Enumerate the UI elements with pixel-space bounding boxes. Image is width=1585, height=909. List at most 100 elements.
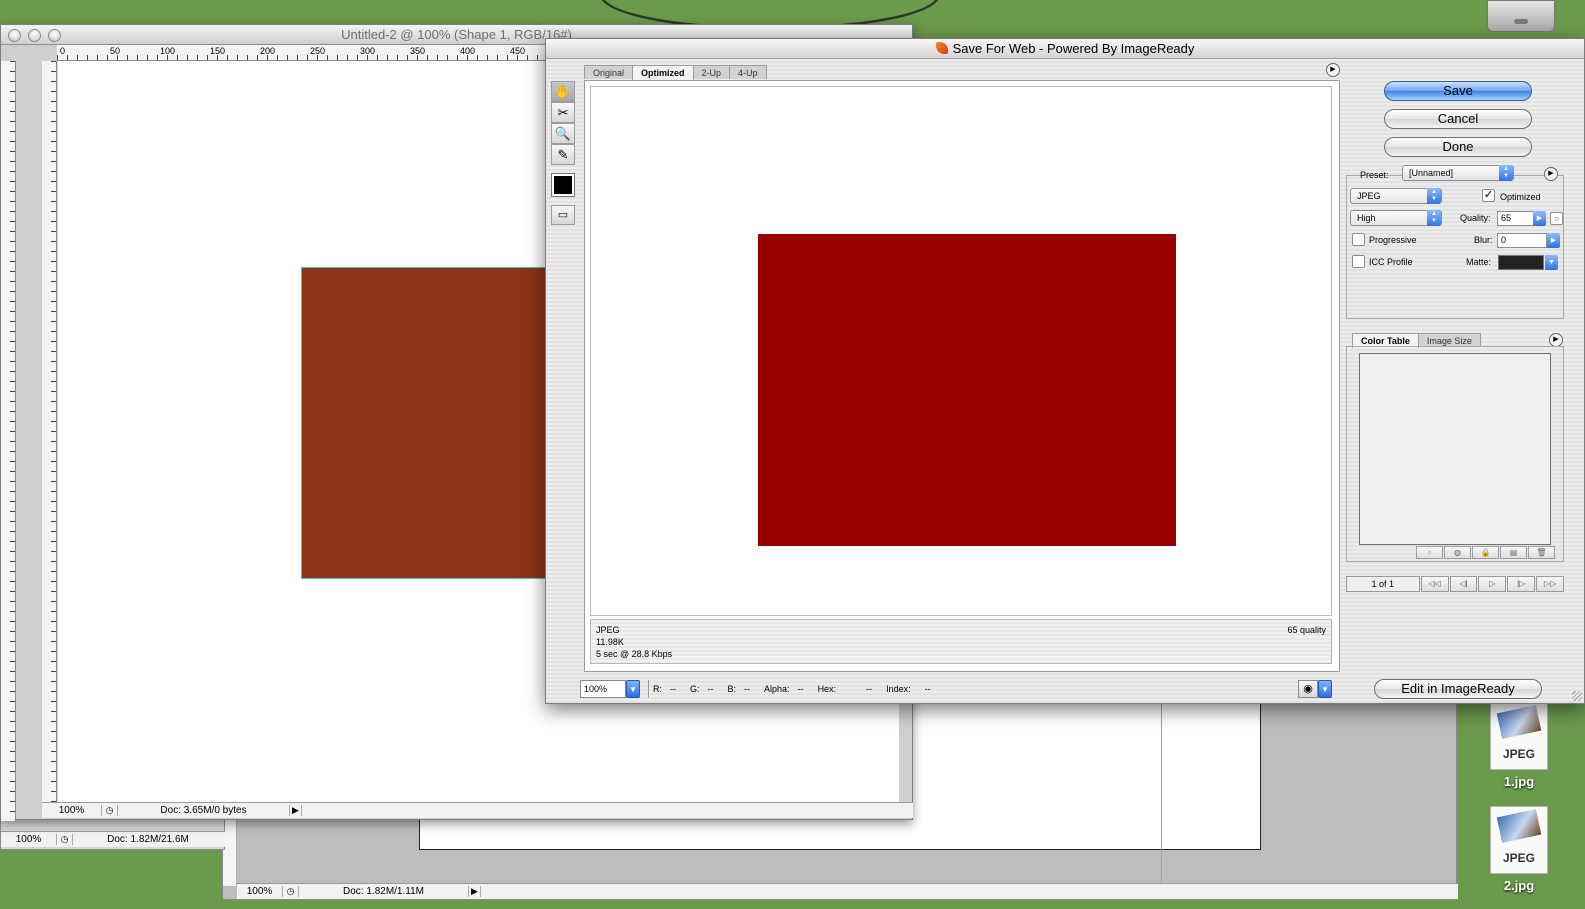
new-color-icon[interactable]: ▤ (1500, 546, 1527, 559)
select-arrows-icon: ▲ ▼ (1427, 210, 1441, 226)
optimized-preview[interactable] (590, 86, 1332, 616)
settings-menu-icon[interactable]: ▶ (1544, 167, 1558, 181)
preset-value: [Unnamed] (1409, 168, 1454, 178)
status-icon[interactable]: ◷ (57, 834, 73, 845)
lock-color-icon[interactable]: 🔒 (1472, 546, 1499, 559)
ruler-tick: 100 (160, 46, 176, 56)
guide-line[interactable] (1161, 701, 1162, 886)
desktop-file-name: 2.jpg (1503, 878, 1535, 893)
color-readout: R: -- G: -- B: -- Alpha: -- Hex: -- Inde… (648, 680, 1330, 698)
zoom-dropdown-icon[interactable]: ▼ (626, 680, 640, 698)
animation-controls: 1 of 1 ◁◁ ◁| ▷ |▷ ▷▷ (1346, 576, 1565, 594)
resize-grip-icon[interactable] (1572, 691, 1582, 701)
preview-in-browser: ◉ ▼ (1298, 680, 1332, 698)
previous-frame-icon[interactable]: ◁| (1449, 576, 1478, 592)
blur-input[interactable]: 0 (1497, 233, 1547, 248)
hard-drive-icon[interactable] (1487, 0, 1555, 32)
readout-value-alpha: -- (797, 684, 804, 694)
matte-dropdown-icon[interactable]: ▼ (1545, 255, 1558, 270)
browser-globe-icon[interactable]: ◉ (1298, 680, 1318, 698)
zoom-window-button[interactable] (48, 29, 61, 42)
doc-size: Doc: 1.82M/1.11M (299, 886, 469, 897)
web-shift-icon[interactable]: ◍ (1444, 546, 1471, 559)
readout-value-r: -- (670, 684, 676, 694)
color-table-grid[interactable] (1359, 353, 1551, 545)
zoom-level[interactable]: 100% (42, 805, 102, 816)
tab-4-up[interactable]: 4-Up (729, 65, 767, 79)
optimized-checkbox[interactable]: ✓ (1482, 189, 1495, 202)
zoom-input[interactable]: 100% (580, 680, 626, 698)
quality-level-select[interactable]: High ▲ ▼ (1350, 210, 1442, 226)
minimize-window-button[interactable] (28, 29, 41, 42)
status-bar: 100% ◷ Doc: 1.82M/1.11M ▶ (237, 883, 1458, 899)
quality-level-value: High (1357, 213, 1376, 223)
preset-select[interactable]: [Unnamed] ▲ ▼ (1402, 165, 1514, 181)
icc-profile-checkbox[interactable] (1352, 255, 1365, 268)
status-icon[interactable]: ◷ (102, 805, 118, 816)
edit-in-imageready-button[interactable]: Edit in ImageReady (1374, 679, 1542, 699)
zoom-level[interactable]: 100% (237, 886, 283, 897)
info-format: JPEG (596, 625, 620, 635)
readout-value-b: -- (744, 684, 751, 694)
ruler-tick: 0 (60, 46, 66, 56)
preview-menu-icon[interactable]: ▶ (1326, 63, 1340, 77)
done-button[interactable]: Done (1384, 137, 1532, 157)
info-size: 11.98K (596, 637, 624, 647)
jpeg-file-icon: JPEG (1490, 702, 1548, 770)
status-bar: 100% ◷ Doc: 3.65M/0 bytes ▶ (42, 802, 913, 818)
status-menu-arrow-icon[interactable]: ▶ (290, 805, 302, 816)
tab-optimized[interactable]: Optimized (632, 65, 694, 80)
desktop-file-1jpg[interactable]: JPEG 1.jpg (1474, 702, 1564, 789)
browser-dropdown-icon[interactable]: ▼ (1318, 680, 1332, 698)
quality-slider-arrow-icon[interactable]: ▶ (1533, 211, 1546, 226)
zoom-tool-icon[interactable]: 🔍 (551, 123, 575, 144)
imageready-logo-icon (935, 42, 948, 54)
progressive-checkbox[interactable] (1352, 233, 1365, 246)
blur-slider-arrow-icon[interactable]: ▶ (1547, 233, 1560, 248)
readout-value-hex: -- (866, 684, 873, 694)
save-button[interactable]: Save (1384, 81, 1532, 101)
color-table-panel: Color Table Image Size ▶ ▫ ◍ 🔒 ▤ 🗑 (1346, 333, 1564, 565)
window-controls (8, 29, 61, 42)
tab-image-size[interactable]: Image Size (1417, 333, 1481, 347)
frame-counter: 1 of 1 (1346, 576, 1420, 592)
trash-icon[interactable]: 🗑 (1528, 546, 1555, 559)
close-window-button[interactable] (8, 29, 21, 42)
tool-palette: ✋ ✂ 🔍 ✎ ▭ (551, 81, 577, 225)
toggle-slices-icon[interactable]: ▭ (551, 205, 575, 225)
first-frame-icon[interactable]: ◁◁ (1420, 576, 1449, 592)
jpeg-file-icon: JPEG (1490, 806, 1548, 874)
file-format-select[interactable]: JPEG ▲ ▼ (1350, 188, 1442, 204)
optimized-shape (758, 234, 1176, 546)
map-transparent-icon[interactable]: ▫ (1416, 546, 1443, 559)
tab-original[interactable]: Original (584, 65, 634, 79)
eyedropper-tool-icon[interactable]: ✎ (551, 144, 575, 165)
eyedropper-color-swatch[interactable] (551, 173, 575, 197)
matte-swatch[interactable] (1498, 255, 1544, 270)
hand-tool-icon[interactable]: ✋ (551, 81, 575, 102)
status-icon[interactable]: ◷ (283, 886, 299, 897)
ruler-tick: 200 (260, 46, 276, 56)
desktop-file-2jpg[interactable]: JPEG 2.jpg (1474, 806, 1564, 893)
ruler-tick: 350 (410, 46, 426, 56)
readout-value-g: -- (707, 684, 714, 694)
bottom-bar: 100% ▼ R: -- G: -- B: -- Alpha: -- Hex: … (580, 679, 1330, 699)
tab-2-up[interactable]: 2-Up (692, 65, 731, 79)
slice-select-tool-icon[interactable]: ✂ (551, 102, 575, 123)
progressive-label: Progressive (1369, 235, 1417, 245)
dialog-title-bar[interactable]: Save For Web - Powered By ImageReady (546, 39, 1584, 59)
zoom-level[interactable]: 100% (1, 834, 57, 845)
status-menu-arrow-icon[interactable]: ▶ (469, 886, 481, 897)
link-icon[interactable]: ○ (1550, 212, 1563, 225)
preview-area: JPEG 11.98K 5 sec @ 28.8 Kbps 65 quality (584, 80, 1340, 672)
save-for-web-dialog[interactable]: Save For Web - Powered By ImageReady Ori… (545, 38, 1585, 704)
select-arrows-icon: ▲ ▼ (1499, 165, 1513, 181)
ruler-tick: 250 (310, 46, 326, 56)
next-frame-icon[interactable]: |▷ (1507, 576, 1536, 592)
cancel-button[interactable]: Cancel (1384, 109, 1532, 129)
last-frame-icon[interactable]: ▷▷ (1536, 576, 1565, 592)
play-icon[interactable]: ▷ (1478, 576, 1507, 592)
info-download-time[interactable]: 5 sec @ 28.8 Kbps (596, 648, 1326, 660)
quality-input[interactable]: 65 (1497, 211, 1537, 226)
color-table-menu-icon[interactable]: ▶ (1549, 333, 1563, 347)
